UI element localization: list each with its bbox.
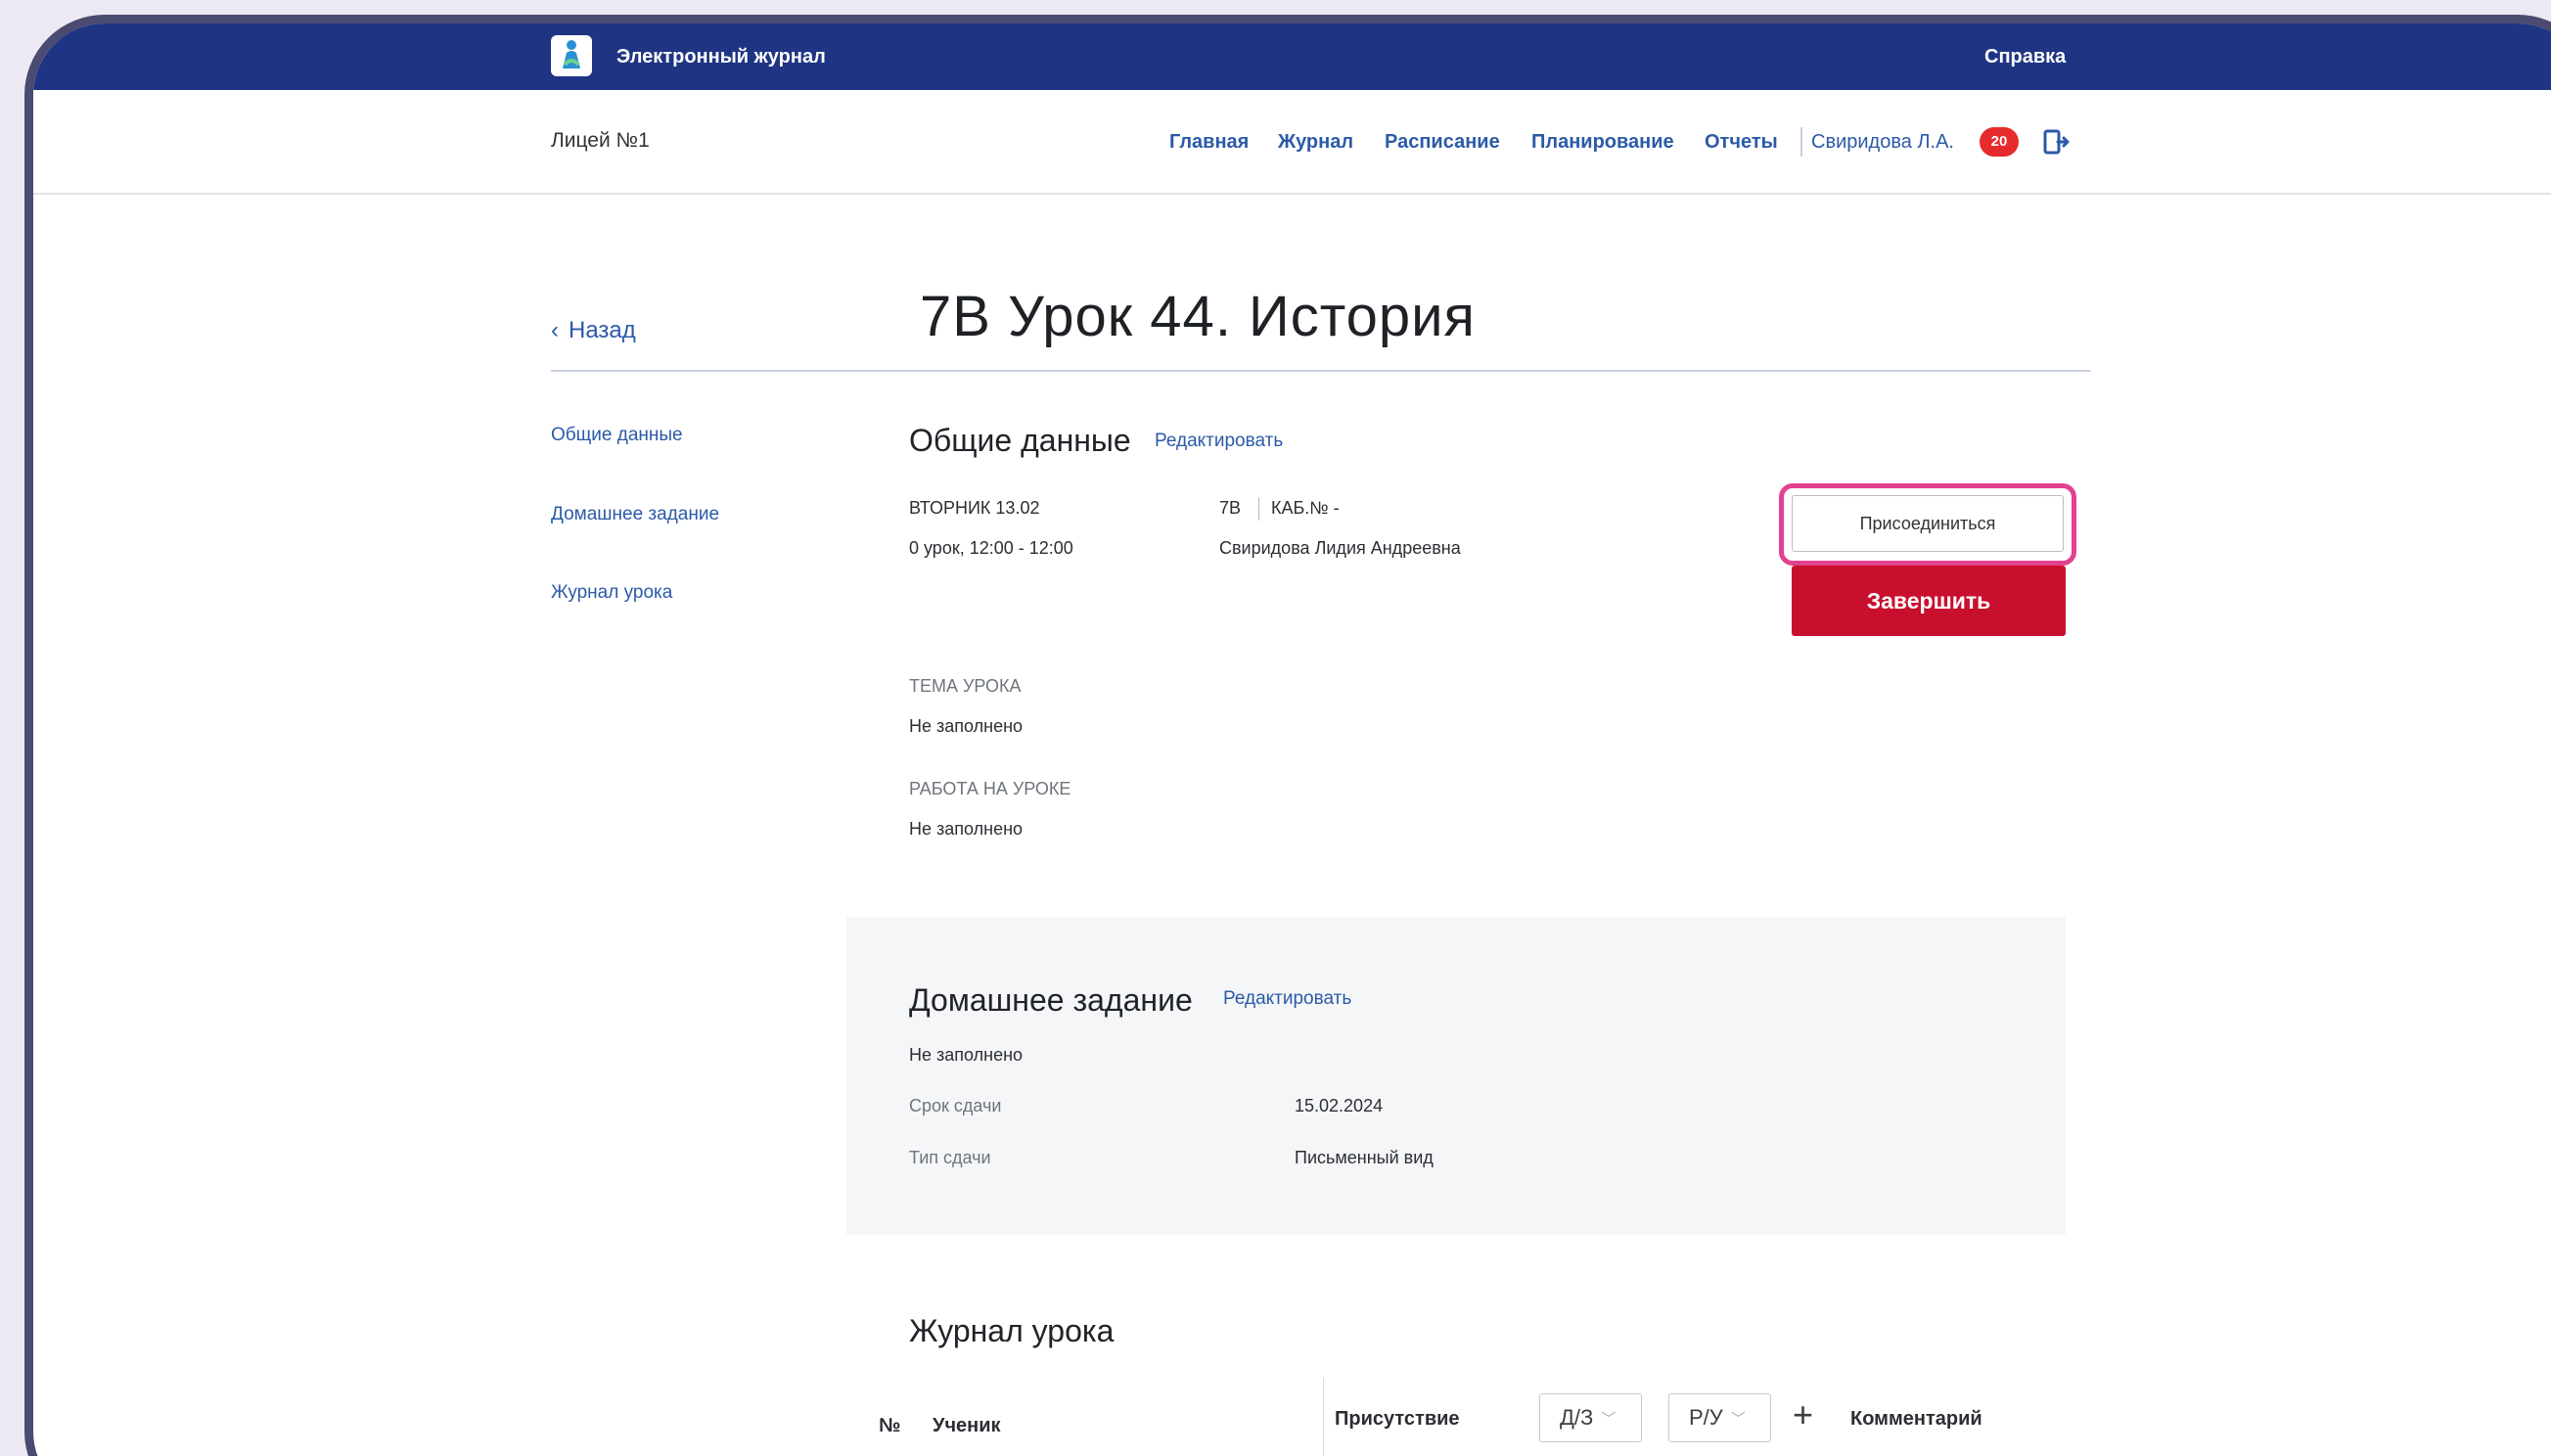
column-student[interactable]: Ученик	[933, 1415, 1001, 1437]
sidebar-item-journal[interactable]: Журнал урока	[551, 582, 672, 604]
column-divider	[1323, 1378, 1324, 1456]
lesson-teacher: Свиридова Лидия Андреевна	[1219, 538, 1461, 558]
nav-home[interactable]: Главная	[1169, 131, 1249, 154]
topic-label: ТЕМА УРОКА	[909, 676, 1022, 696]
app-logo-icon[interactable]	[551, 35, 592, 76]
homework-value: Не заполнено	[909, 1045, 1024, 1065]
app-title[interactable]: Электронный журнал	[616, 46, 826, 68]
page-title: 7В Урок 44. История	[920, 285, 1476, 348]
join-button[interactable]: Присоединиться	[1792, 495, 2064, 552]
device-frame: Электронный журнал Справка Лицей №1 Глав…	[24, 15, 2551, 1456]
type-value: Письменный вид	[1295, 1148, 1434, 1167]
lesson-time: 0 урок, 12:00 - 12:00	[909, 538, 1073, 558]
notification-badge[interactable]: 20	[1980, 127, 2019, 157]
due-value: 15.02.2024	[1295, 1096, 1384, 1115]
work-label: РАБОТА НА УРОКЕ	[909, 779, 1071, 798]
back-link[interactable]: ‹ Назад	[551, 317, 636, 344]
logout-icon[interactable]	[2042, 127, 2070, 157]
column-attendance: Присутствие	[1335, 1408, 1460, 1430]
nav-journal[interactable]: Журнал	[1278, 131, 1353, 154]
sidebar-item-homework[interactable]: Домашнее задание	[551, 504, 719, 525]
class-room-divider	[1258, 497, 1259, 521]
nav-planning[interactable]: Планирование	[1531, 131, 1674, 154]
general-heading: Общие данные	[909, 423, 1131, 458]
homework-select-value: Д/З	[1560, 1405, 1594, 1430]
title-divider	[551, 370, 2091, 372]
homework-edit-link[interactable]: Редактировать	[1223, 988, 1351, 1010]
homework-panel	[846, 917, 2066, 1235]
back-label: Назад	[569, 317, 636, 343]
finish-button[interactable]: Завершить	[1792, 566, 2066, 636]
lesson-room: КАБ.№ -	[1271, 498, 1340, 518]
topic-value: Не заполнено	[909, 716, 1024, 736]
work-value: Не заполнено	[909, 819, 1024, 839]
nav-reports[interactable]: Отчеты	[1705, 131, 1778, 154]
user-name[interactable]: Свиридова Л.А.	[1811, 131, 1954, 154]
classwork-select-value: Р/У	[1689, 1405, 1723, 1430]
chevron-down-icon: ﹀	[1730, 1410, 1746, 1428]
sidebar-item-general[interactable]: Общие данные	[551, 425, 683, 446]
homework-select[interactable]: Д/З ﹀	[1539, 1393, 1642, 1442]
column-comment: Комментарий	[1850, 1408, 1982, 1430]
chevron-down-icon: ﹀	[1601, 1410, 1617, 1428]
general-edit-link[interactable]: Редактировать	[1155, 431, 1283, 452]
app-header: Электронный журнал Справка	[33, 23, 2551, 90]
lesson-day: ВТОРНИК 13.02	[909, 498, 1040, 518]
classwork-select[interactable]: Р/У ﹀	[1668, 1393, 1771, 1442]
chevron-left-icon: ‹	[551, 317, 559, 343]
lesson-class: 7В	[1219, 498, 1242, 518]
type-label: Тип сдачи	[909, 1148, 991, 1167]
homework-heading: Домашнее задание	[909, 982, 1193, 1018]
main-navbar: Лицей №1 Главная Журнал Расписание Плани…	[33, 90, 2551, 195]
add-column-icon[interactable]: +	[1793, 1395, 1813, 1434]
column-number: №	[879, 1415, 901, 1436]
due-label: Срок сдачи	[909, 1096, 1002, 1115]
school-name: Лицей №1	[551, 129, 650, 152]
journal-heading: Журнал урока	[909, 1313, 1115, 1348]
nav-divider	[1800, 127, 1802, 157]
help-link[interactable]: Справка	[1984, 46, 2066, 68]
nav-schedule[interactable]: Расписание	[1385, 131, 1500, 154]
